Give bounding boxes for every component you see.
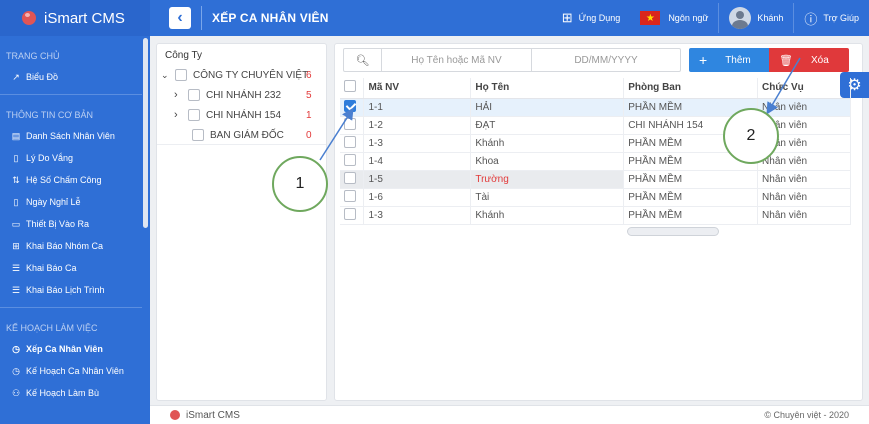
footer: iSmart CMS © Chuyên việt - 2020	[150, 405, 869, 424]
arrow-1	[319, 107, 354, 161]
annotation-arrows	[319, 57, 801, 161]
callout-1: 1	[272, 156, 328, 212]
arrow-2	[766, 57, 801, 115]
copyright: © Chuyên việt - 2020	[764, 410, 849, 420]
footer-logo-icon	[170, 410, 180, 420]
callout-2: 2	[723, 108, 779, 164]
footer-brand: iSmart CMS	[186, 409, 240, 421]
